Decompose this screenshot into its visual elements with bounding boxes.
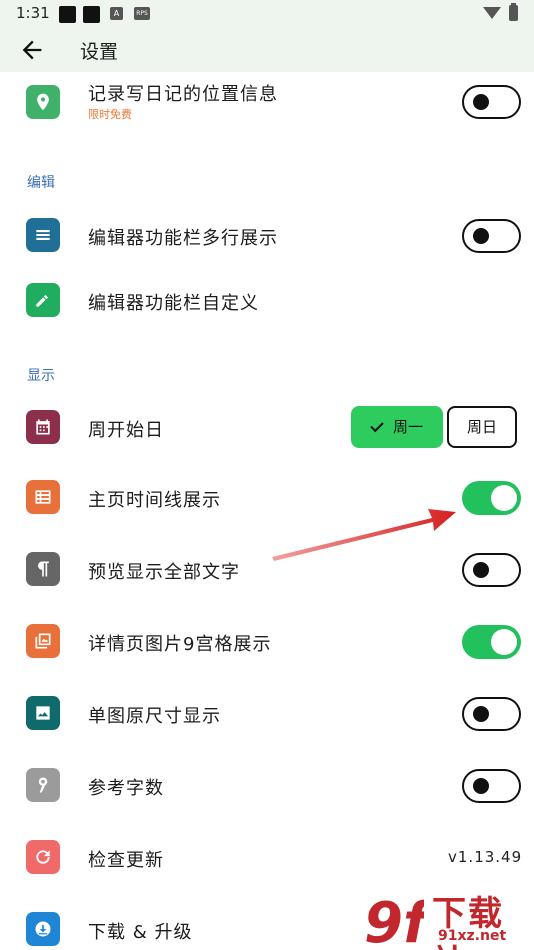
setting-row-word-count[interactable]: 参考字数 (0, 756, 534, 816)
section-header-display: 显示 (27, 368, 55, 384)
setting-label: 下载 & 升级 (88, 922, 193, 943)
number-nine-icon (26, 768, 60, 802)
setting-label: 检查更新 (88, 850, 164, 871)
setting-label: 记录写日记的位置信息 (88, 84, 278, 105)
original-size-toggle[interactable] (462, 697, 521, 731)
app-notification-icon: A (110, 7, 123, 20)
version-text: v1.13.49 (448, 848, 523, 866)
multiline-toolbar-toggle[interactable] (462, 219, 521, 253)
battery-icon (509, 3, 518, 21)
setting-row-timeline[interactable]: 主页时间线展示 (0, 468, 534, 528)
watermark-logo-icon: 9f (364, 891, 424, 950)
notification-icon (83, 6, 100, 23)
status-bar: 1:31 A RPS (0, 0, 534, 28)
location-toggle[interactable] (462, 85, 521, 119)
watermark-domain: 91xz.net (438, 928, 507, 944)
setting-row-week-start: 周开始日 周一 周日 (0, 398, 534, 458)
app-bar: 设置 (0, 28, 534, 72)
setting-label: 周开始日 (88, 420, 164, 441)
setting-row-custom-toolbar[interactable]: 编辑器功能栏自定义 (0, 271, 534, 331)
rps-notification-icon: RPS (134, 7, 150, 20)
preview-full-text-toggle[interactable] (462, 553, 521, 587)
arrow-left-icon (22, 40, 42, 60)
week-start-sunday-button[interactable]: 周日 (447, 406, 517, 448)
check-icon (370, 418, 384, 433)
nine-grid-toggle[interactable] (462, 625, 521, 659)
section-header-edit: 编辑 (27, 175, 55, 191)
calendar-icon (26, 410, 60, 444)
setting-row-check-update[interactable]: 检查更新 v1.13.49 (0, 828, 534, 888)
timeline-toggle[interactable] (462, 481, 521, 515)
watermark: 9f 下载站 91xz.net (362, 886, 534, 950)
setting-label: 单图原尺寸显示 (88, 706, 221, 727)
setting-row-location[interactable]: 记录写日记的位置信息 限时免费 (0, 72, 534, 132)
setting-label: 编辑器功能栏自定义 (88, 293, 259, 314)
setting-label: 主页时间线展示 (88, 490, 221, 511)
page-title: 设置 (80, 41, 119, 63)
setting-row-preview-full-text[interactable]: 预览显示全部文字 (0, 540, 534, 600)
location-pin-icon (26, 85, 60, 119)
setting-row-multiline-toolbar[interactable]: 编辑器功能栏多行展示 (0, 206, 534, 266)
setting-label: 详情页图片9宫格展示 (88, 634, 272, 655)
image-icon (26, 696, 60, 730)
pilcrow-icon (26, 552, 60, 586)
status-time: 1:31 (16, 4, 50, 22)
week-start-monday-button[interactable]: 周一 (351, 406, 443, 448)
svg-text:9f: 9f (364, 891, 424, 950)
setting-row-original-size[interactable]: 单图原尺寸显示 (0, 684, 534, 744)
pencil-icon (26, 283, 60, 317)
setting-row-nine-grid[interactable]: 详情页图片9宫格展示 (0, 612, 534, 672)
setting-label: 参考字数 (88, 778, 164, 799)
refresh-icon (26, 840, 60, 874)
back-button[interactable] (18, 36, 46, 64)
wifi-icon (483, 7, 501, 19)
word-count-toggle[interactable] (462, 769, 521, 803)
setting-label: 预览显示全部文字 (88, 562, 240, 583)
free-badge: 限时免费 (88, 108, 132, 121)
setting-label: 编辑器功能栏多行展示 (88, 228, 278, 249)
download-icon (26, 912, 60, 946)
photo-library-icon (26, 624, 60, 658)
menu-lines-icon (26, 218, 60, 252)
notification-icon (59, 6, 76, 23)
list-icon (26, 480, 60, 514)
